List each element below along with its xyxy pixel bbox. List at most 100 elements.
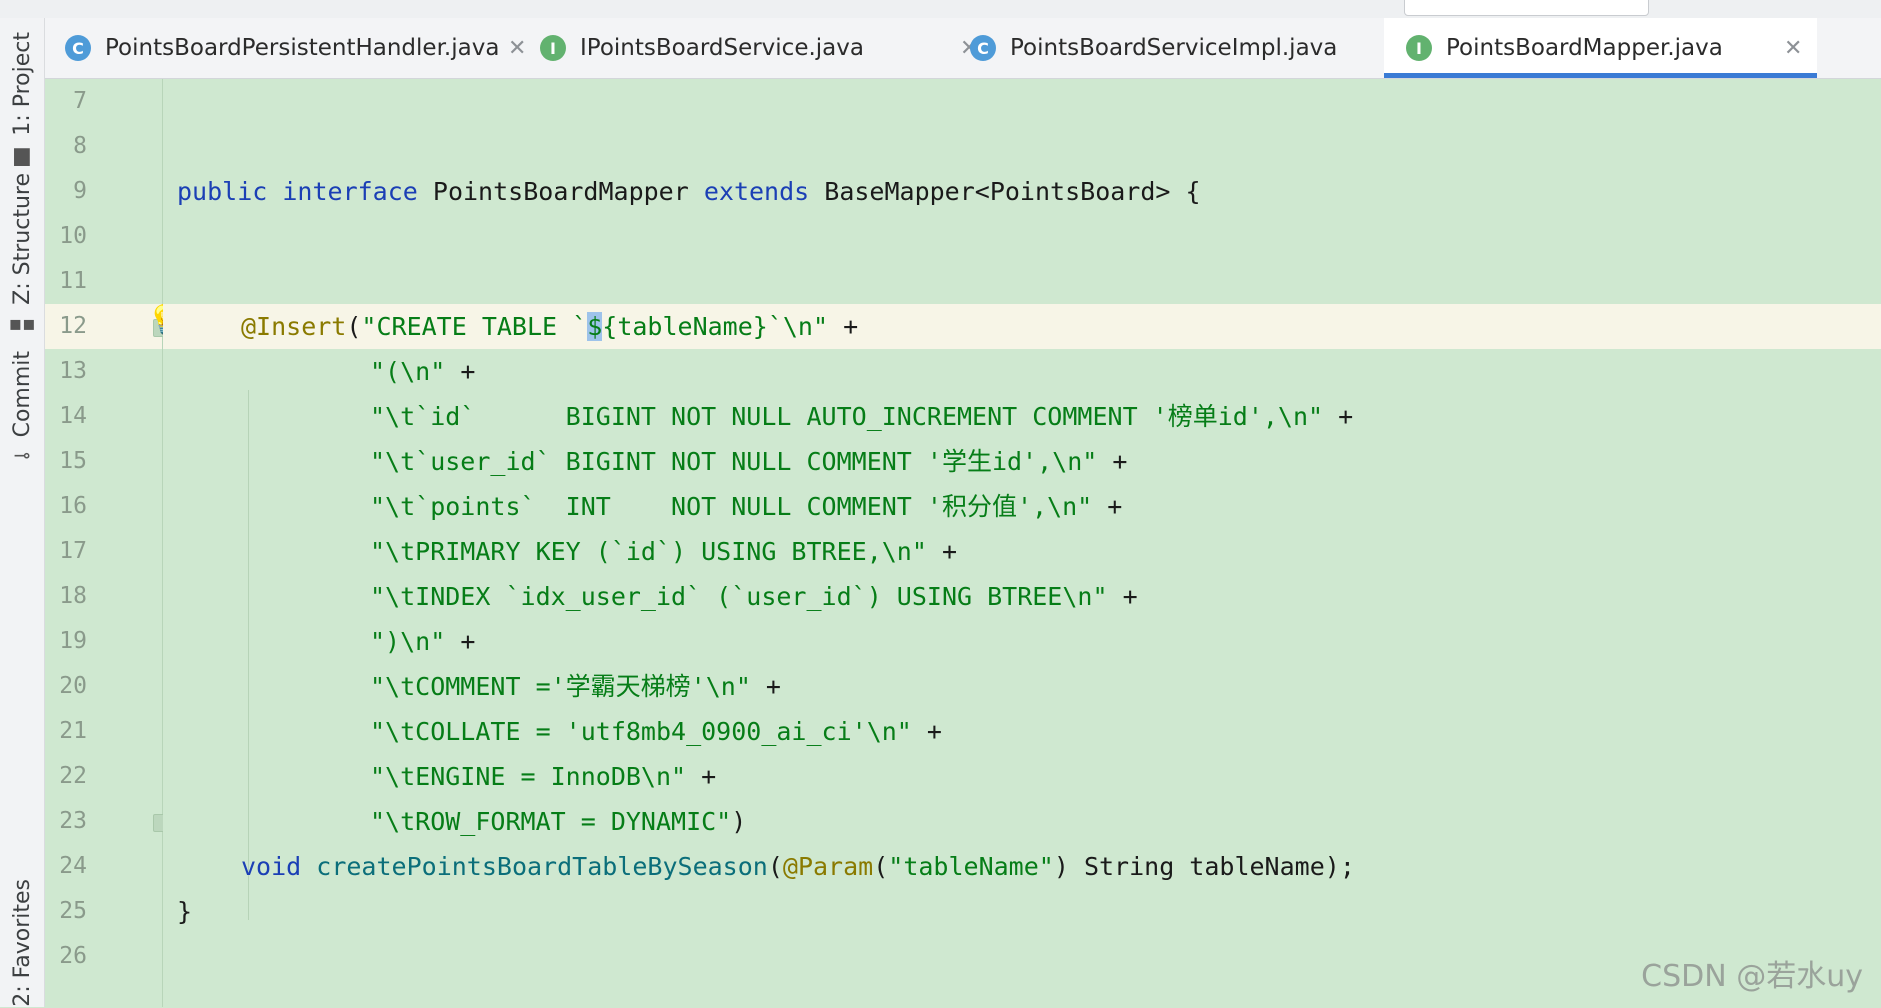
string-literal: "\t`id` BIGINT NOT NULL AUTO_INCREMENT C… [370, 402, 1324, 431]
code-line-13: "(\n" + [370, 349, 475, 394]
close-icon[interactable]: ✕ [508, 36, 526, 61]
folder-icon: ▆ [14, 141, 30, 166]
tab-label: IPointsBoardService.java [580, 35, 864, 61]
line-number: 17 [59, 538, 87, 564]
operator: + [750, 672, 781, 701]
line-number: 7 [73, 88, 87, 114]
tool-window-stripe: 1: Project ▆ Z: Structure ▪▪ Commit ⊸ 2:… [0, 18, 45, 1007]
line-number: 25 [59, 898, 87, 924]
editor-gutter[interactable]: 7 8 9 10 11 12 13 14 15 16 17 18 19 20 2… [45, 79, 171, 1007]
line-number: 19 [59, 628, 87, 654]
string-literal: "\tENGINE = InnoDB\n" [370, 762, 687, 791]
line-number: 21 [59, 718, 87, 744]
line-number: 23 [59, 808, 87, 834]
tab-ipoints-board-service[interactable]: I IPointsBoardService.java ✕ [540, 18, 980, 78]
paren: ( [873, 852, 889, 881]
top-toolbar [0, 0, 1881, 19]
project-tool-label: 1: Project [9, 32, 35, 136]
indent-guide [248, 390, 249, 920]
structure-tool-button[interactable]: Z: Structure ▪▪ [0, 173, 44, 333]
operator: + [911, 717, 942, 746]
active-tab-indicator [1384, 73, 1817, 78]
operator: + [686, 762, 717, 791]
string-literal: "\tPRIMARY KEY (`id`) USING BTREE,\n" [370, 537, 927, 566]
line-number: 16 [59, 493, 87, 519]
code-line-25: } [177, 889, 192, 934]
keyword: void [241, 852, 302, 881]
line-number: 11 [59, 268, 87, 294]
code-line-21: "\tCOLLATE = 'utf8mb4_0900_ai_ci'\n" + [370, 709, 942, 754]
favorites-tool-label: 2: Favorites [9, 879, 35, 1007]
structure-tool-label: Z: Structure [9, 173, 35, 305]
string-literal: "\tINDEX `idx_user_id` (`user_id`) USING… [370, 582, 1108, 611]
operator: + [445, 627, 476, 656]
code-line-12: @Insert("CREATE TABLE `${tableName}`\n" … [241, 304, 858, 349]
code-editor[interactable]: public interface PointsBoardMapper exten… [163, 79, 1881, 1007]
close-icon[interactable]: ✕ [1784, 36, 1802, 61]
interface-icon: I [540, 35, 566, 61]
structure-icon: ▪▪ [8, 310, 36, 335]
keyword: extends [703, 177, 810, 206]
operator: + [1323, 402, 1354, 431]
operator: + [1107, 582, 1138, 611]
line-number: 9 [73, 178, 87, 204]
method-name: createPointsBoardTableBySeason [316, 852, 768, 881]
operator: ) [731, 807, 747, 836]
line-number: 20 [59, 673, 87, 699]
string-literal: "\tCOLLATE = 'utf8mb4_0900_ai_ci'\n" [370, 717, 912, 746]
code-line-22: "\tENGINE = InnoDB\n" + [370, 754, 716, 799]
class-icon: C [970, 35, 996, 61]
tab-points-board-persistent-handler[interactable]: C PointsBoardPersistentHandler.java ✕ [65, 18, 526, 78]
editor-tab-bar: C PointsBoardPersistentHandler.java ✕ I … [45, 18, 1881, 79]
line-number: 12 [59, 313, 87, 339]
code-line-17: "\tPRIMARY KEY (`id`) USING BTREE,\n" + [370, 529, 957, 574]
code-line-24: void createPointsBoardTableBySeason(@Par… [241, 844, 1355, 889]
interface-name: PointsBoardMapper [432, 177, 689, 206]
commit-tool-button[interactable]: Commit ⊸ [0, 348, 44, 468]
project-tool-button[interactable]: 1: Project ▆ [0, 28, 44, 168]
operator: + [445, 357, 476, 386]
paren: ( [767, 852, 783, 881]
tab-label: PointsBoardMapper.java [1446, 35, 1723, 61]
string-literal: "\tROW_FORMAT = DYNAMIC" [370, 807, 732, 836]
code-line-18: "\tINDEX `idx_user_id` (`user_id`) USING… [370, 574, 1138, 619]
code-line-15: "\t`user_id` BIGINT NOT NULL COMMENT '学生… [370, 439, 1127, 484]
line-number: 15 [59, 448, 87, 474]
commit-tool-label: Commit [9, 350, 35, 438]
watermark: CSDN @若水uy [1641, 959, 1863, 994]
line-number: 26 [59, 943, 87, 969]
favorites-tool-button[interactable]: 2: Favorites [0, 878, 44, 1008]
selected-text: $ [587, 312, 603, 341]
string-literal: "CREATE TABLE ` [361, 312, 588, 341]
line-number: 13 [59, 358, 87, 384]
string-literal: "tableName" [888, 852, 1054, 881]
tab-points-board-mapper[interactable]: I PointsBoardMapper.java ✕ [1384, 18, 1817, 78]
line-number: 14 [59, 403, 87, 429]
tab-points-board-service-impl[interactable]: C PointsBoardServiceImpl.java ✕ [970, 18, 1410, 78]
annotation: @Param [782, 852, 874, 881]
line-number: 10 [59, 223, 87, 249]
code-line-19: ")\n" + [370, 619, 475, 664]
operator: + [926, 537, 958, 566]
search-everywhere-box[interactable] [1404, 0, 1649, 16]
keyword: interface [282, 177, 418, 206]
line-number: 22 [59, 763, 87, 789]
string-literal: "\t`user_id` BIGINT NOT NULL COMMENT '学生… [370, 447, 1098, 476]
line-number: 24 [59, 853, 87, 879]
keyword: public [177, 177, 268, 206]
string-literal: "(\n" [370, 357, 446, 386]
line-number: 18 [59, 583, 87, 609]
line-number: 8 [73, 133, 87, 159]
interface-icon: I [1406, 35, 1432, 61]
operator: + [1092, 492, 1123, 521]
type-name: BaseMapper<PointsBoard> { [824, 177, 1201, 206]
string-literal: ")\n" [370, 627, 446, 656]
parameter-list: ) String tableName); [1053, 852, 1355, 881]
code-line-20: "\tCOMMENT ='学霸天梯榜'\n" + [370, 664, 781, 709]
code-line-14: "\t`id` BIGINT NOT NULL AUTO_INCREMENT C… [370, 394, 1353, 439]
closing-brace: } [177, 897, 193, 926]
string-literal: {tableName}`\n" [602, 312, 829, 341]
code-line-9: public interface PointsBoardMapper exten… [177, 169, 1201, 214]
commit-icon: ⊸ [13, 443, 31, 468]
string-literal: "\t`points` INT NOT NULL COMMENT '积分值',\… [370, 492, 1093, 521]
